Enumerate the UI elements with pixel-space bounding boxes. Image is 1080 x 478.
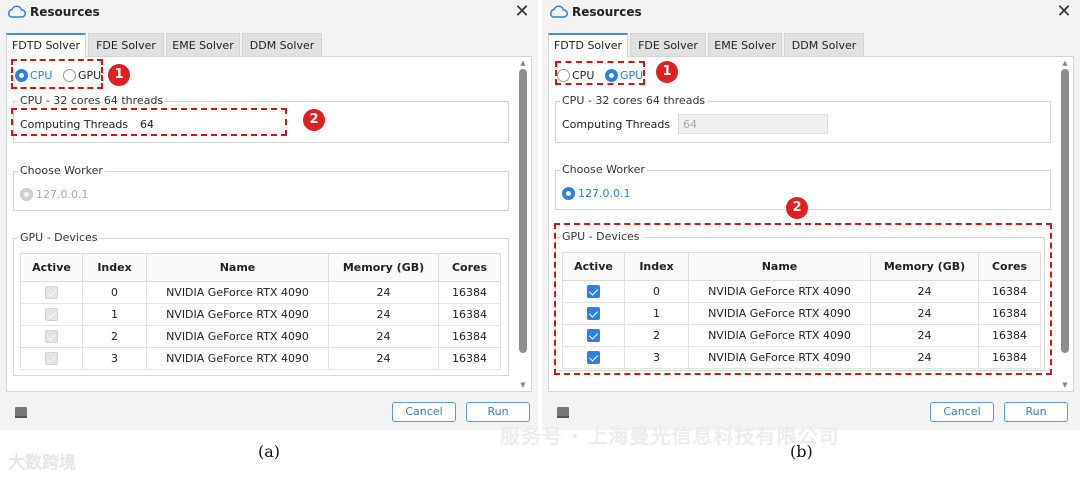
active-cell [20,325,83,348]
cores-cell: 16384 [438,325,501,348]
worker-radio[interactable] [20,188,33,201]
active-cell [20,303,83,326]
active-cell [20,281,83,304]
col-cores: Cores [438,253,501,282]
memory-cell: 24 [328,281,439,304]
worker-group-title: Choose Worker [18,164,105,177]
dialog-footer: Cancel Run [0,398,538,428]
tab-eme-solver[interactable]: EME Solver [708,33,782,57]
tab-fde-solver[interactable]: FDE Solver [88,33,164,57]
highlight-box-device [11,59,103,89]
active-checkbox[interactable] [45,352,58,366]
window-title: Resources [572,5,642,19]
gpu-group-title: GPU - Devices [18,231,100,244]
cores-cell: 16384 [438,347,501,370]
table-row: 0 NVIDIA GeForce RTX 4090 24 16384 [20,281,501,304]
scroll-thumb[interactable] [519,69,527,353]
scroll-down-arrow-icon[interactable]: ▼ [1061,381,1069,389]
cores-cell: 16384 [438,303,501,326]
highlight-box-device [555,61,645,85]
marker-1: 1 [108,64,130,86]
active-checkbox[interactable] [45,308,58,322]
active-checkbox[interactable] [45,330,58,344]
table-row: 3 NVIDIA GeForce RTX 4090 24 16384 [20,347,501,370]
tab-eme-solver[interactable]: EME Solver [166,33,240,57]
marker-2: 2 [303,109,325,131]
scroll-down-arrow-icon[interactable]: ▼ [519,381,527,389]
gpu-devices-group: GPU - Devices Active Index Name Memory (… [13,231,509,376]
memory-cell: 24 [328,303,439,326]
vertical-scrollbar[interactable]: ▲ ▼ [1060,57,1070,391]
name-cell: NVIDIA GeForce RTX 4090 [146,325,329,348]
table-row: 2 NVIDIA GeForce RTX 4090 24 16384 [20,325,501,348]
vertical-scrollbar[interactable]: ▲ ▼ [518,57,528,391]
marker-1: 1 [656,61,678,83]
highlight-box-gpu-devices [554,223,1052,375]
fdtd-panel: CPU GPU CPU - 32 cores 64 threads Comput… [6,56,532,392]
computing-threads-label: Computing Threads [562,118,671,131]
cancel-button[interactable]: Cancel [930,402,994,422]
run-button[interactable]: Run [1004,402,1068,422]
marker-2: 2 [786,197,808,219]
name-cell: NVIDIA GeForce RTX 4090 [146,347,329,370]
run-button[interactable]: Run [466,402,530,422]
cpu-group: CPU - 32 cores 64 threads Computing Thre… [555,94,1051,143]
active-cell [20,347,83,370]
table-row: 1 NVIDIA GeForce RTX 4090 24 16384 [20,303,501,326]
index-cell: 2 [82,325,147,348]
book-icon[interactable] [14,406,28,419]
close-icon[interactable]: ✕ [1055,3,1073,21]
col-active: Active [20,253,83,282]
worker-address: 127.0.0.1 [36,188,89,201]
worker-group-title: Choose Worker [560,163,647,176]
active-checkbox[interactable] [45,286,58,300]
cores-cell: 16384 [438,281,501,304]
tab-ddm-solver[interactable]: DDM Solver [784,33,864,57]
computing-threads-input[interactable] [678,114,828,134]
watermark-logo-left: 大数跨境 [8,453,76,473]
caption-a: (a) [258,442,281,461]
worker-group: Choose Worker 127.0.0.1 [13,164,509,211]
index-cell: 0 [82,281,147,304]
gpu-devices-table: Active Index Name Memory (GB) Cores 0 NV… [20,253,501,370]
cancel-button[interactable]: Cancel [392,402,456,422]
col-index: Index [82,253,147,282]
worker-address: 127.0.0.1 [578,187,631,200]
book-icon[interactable] [556,406,570,419]
scroll-thumb[interactable] [1061,69,1069,353]
highlight-box-threads [11,108,287,136]
index-cell: 3 [82,347,147,370]
tab-ddm-solver[interactable]: DDM Solver [242,33,322,57]
tab-fdtd-solver[interactable]: FDTD Solver [548,33,628,58]
tab-fde-solver[interactable]: FDE Solver [630,33,706,57]
table-header-row: Active Index Name Memory (GB) Cores [20,253,501,282]
memory-cell: 24 [328,325,439,348]
name-cell: NVIDIA GeForce RTX 4090 [146,281,329,304]
cloud-icon [8,5,26,18]
worker-radio[interactable] [562,187,575,200]
scroll-up-arrow-icon[interactable]: ▲ [519,59,527,67]
cloud-icon [550,5,568,18]
title-bar: Resources ✕ [0,0,538,26]
close-icon[interactable]: ✕ [513,3,531,21]
cpu-group-title: CPU - 32 cores 64 threads [18,94,166,107]
scroll-up-arrow-icon[interactable]: ▲ [1061,59,1069,67]
index-cell: 1 [82,303,147,326]
memory-cell: 24 [328,347,439,370]
tab-fdtd-solver[interactable]: FDTD Solver [6,33,86,58]
col-name: Name [146,253,329,282]
name-cell: NVIDIA GeForce RTX 4090 [146,303,329,326]
col-memory: Memory (GB) [328,253,439,282]
window-title: Resources [30,5,100,19]
cpu-group-title: CPU - 32 cores 64 threads [560,94,708,107]
title-bar: Resources ✕ [542,0,1080,26]
watermark-text-right: 服务号 · 上海曼光信息科技有限公司 [500,424,840,448]
